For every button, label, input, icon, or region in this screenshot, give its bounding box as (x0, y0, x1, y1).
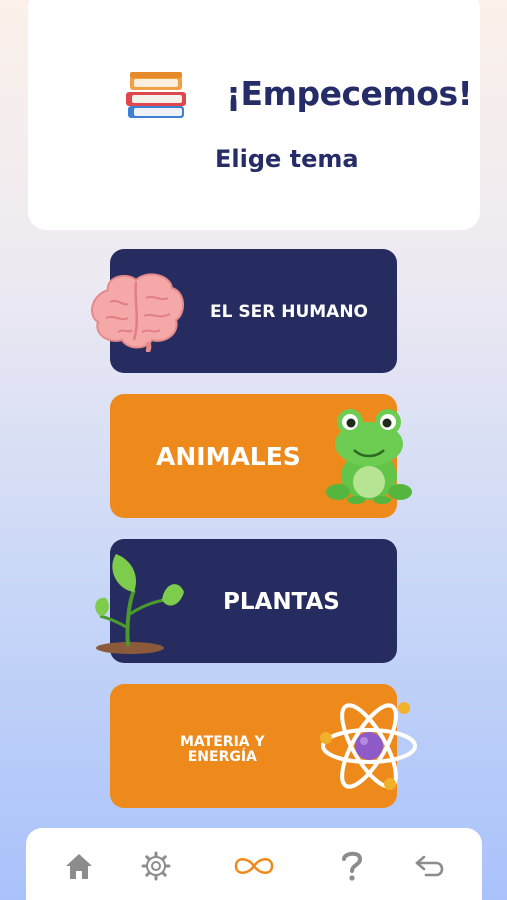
brain-icon (91, 273, 184, 352)
header-card: ¡Empecemos! Elige tema (28, 0, 480, 230)
topic-label: PLANTAS (223, 589, 340, 615)
gear-icon (141, 851, 171, 881)
page-title: ¡Empecemos! (226, 74, 473, 113)
nav-settings-button[interactable] (136, 846, 176, 886)
frog-icon (326, 409, 412, 504)
topic-label-line2: ENERGÍA (187, 749, 257, 765)
topic-label: MATERIA Y ENERGÍA (180, 735, 265, 765)
topic-label: EL SER HUMANO (210, 302, 369, 322)
nav-back-button[interactable] (410, 846, 450, 886)
home-icon (66, 854, 92, 879)
infinity-icon (234, 858, 274, 874)
question-icon (342, 851, 363, 881)
nav-home-button[interactable] (59, 846, 99, 886)
page-subtitle: Elige tema (215, 145, 359, 173)
back-arrow-icon (415, 855, 444, 877)
bottom-nav (26, 828, 482, 900)
books-icon (126, 72, 186, 118)
nav-infinite-button[interactable] (231, 846, 277, 886)
nav-help-button[interactable] (332, 846, 372, 886)
topic-label-line1: MATERIA Y (180, 734, 265, 750)
sprout-icon (95, 554, 184, 654)
atom-icon (320, 702, 417, 790)
topic-label: ANIMALES (156, 442, 301, 471)
